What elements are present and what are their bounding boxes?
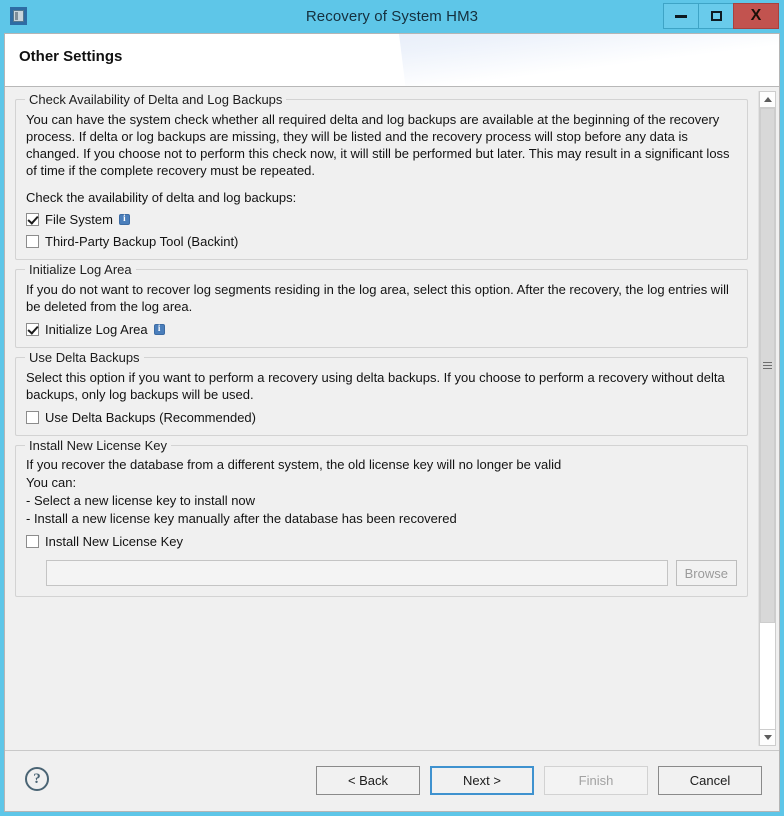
group-legend: Install New License Key: [25, 438, 172, 453]
group-check-availability: Check Availability of Delta and Log Back…: [15, 92, 748, 260]
group-install-new-license-key: Install New License Key If you recover t…: [15, 438, 748, 597]
group-use-delta-backups: Use Delta Backups Select this option if …: [15, 350, 748, 436]
group-initialize-log-area: Initialize Log Area If you do not want t…: [15, 262, 748, 348]
license-path-row: Browse: [26, 560, 737, 586]
info-icon[interactable]: [153, 323, 165, 335]
window-controls: X: [663, 3, 779, 29]
checkbox-file-system[interactable]: [26, 213, 39, 226]
license-line-4: - Install a new license key manually aft…: [26, 511, 457, 526]
info-icon[interactable]: [118, 213, 130, 225]
checkbox-row-install-new-license-key[interactable]: Install New License Key: [26, 534, 737, 549]
license-line-3: - Select a new license key to install no…: [26, 493, 256, 508]
dialog-button-bar: < Back Next > Finish Cancel: [316, 766, 762, 795]
checkbox-label: Initialize Log Area: [45, 322, 148, 337]
title-bar: Recovery of System HM3 X: [0, 0, 784, 33]
checkbox-row-initialize-log-area[interactable]: Initialize Log Area: [26, 322, 737, 337]
group-sub-label: Check the availability of delta and log …: [26, 190, 297, 205]
help-icon[interactable]: ?: [25, 767, 49, 791]
checkbox-label: Third-Party Backup Tool (Backint): [45, 234, 239, 249]
checkbox-row-file-system[interactable]: File System: [26, 212, 737, 227]
scrollbar-track[interactable]: [759, 108, 776, 729]
next-button[interactable]: Next >: [430, 766, 534, 795]
close-icon: X: [750, 7, 762, 24]
license-line-2: You can:: [26, 475, 77, 490]
checkbox-row-third-party-backup-tool[interactable]: Third-Party Backup Tool (Backint): [26, 234, 737, 249]
back-button[interactable]: < Back: [316, 766, 420, 795]
vertical-scrollbar[interactable]: [758, 91, 776, 746]
checkbox-label: Use Delta Backups (Recommended): [45, 410, 256, 425]
license-path-input[interactable]: [46, 560, 668, 586]
settings-content: Check Availability of Delta and Log Back…: [5, 87, 758, 750]
checkbox-row-use-delta-backups[interactable]: Use Delta Backups (Recommended): [26, 410, 737, 425]
finish-button: Finish: [544, 766, 648, 795]
browse-button[interactable]: Browse: [675, 560, 737, 586]
cancel-button[interactable]: Cancel: [658, 766, 762, 795]
scrollbar-thumb[interactable]: [760, 108, 775, 624]
group-legend: Initialize Log Area: [25, 262, 136, 277]
scroll-down-button[interactable]: [759, 729, 776, 746]
group-legend: Check Availability of Delta and Log Back…: [25, 92, 287, 107]
checkbox-install-new-license-key[interactable]: [26, 535, 39, 548]
maximize-button[interactable]: [698, 3, 734, 29]
group-description: Select this option if you want to perfor…: [26, 370, 725, 402]
grip-icon: [763, 362, 772, 370]
dialog-footer: ? < Back Next > Finish Cancel: [5, 750, 779, 811]
group-description: You can have the system check whether al…: [26, 112, 730, 178]
application-window-icon: [10, 7, 28, 26]
group-legend: Use Delta Backups: [25, 350, 144, 365]
page-body: Check Availability of Delta and Log Back…: [5, 87, 779, 750]
license-line-1: If you recover the database from a diffe…: [26, 457, 562, 472]
dialog-window: Recovery of System HM3 X Other Settings …: [0, 0, 784, 816]
header-decoration: [395, 34, 779, 86]
group-description: If you do not want to recover log segmen…: [26, 282, 729, 314]
client-area: Other Settings Check Availability of Del…: [4, 33, 780, 812]
checkbox-initialize-log-area[interactable]: [26, 323, 39, 336]
maximize-icon: [710, 11, 722, 21]
checkbox-label: File System: [45, 212, 113, 227]
checkbox-use-delta-backups[interactable]: [26, 411, 39, 424]
page-title: Other Settings: [19, 48, 123, 65]
checkbox-label: Install New License Key: [45, 534, 184, 549]
checkbox-third-party-backup-tool[interactable]: [26, 235, 39, 248]
scroll-up-button[interactable]: [759, 91, 776, 108]
close-button[interactable]: X: [733, 3, 779, 29]
minimize-button[interactable]: [663, 3, 699, 29]
chevron-up-icon: [763, 97, 772, 102]
page-header: Other Settings: [5, 34, 779, 87]
minimize-icon: [675, 14, 687, 18]
chevron-down-icon: [763, 735, 772, 740]
